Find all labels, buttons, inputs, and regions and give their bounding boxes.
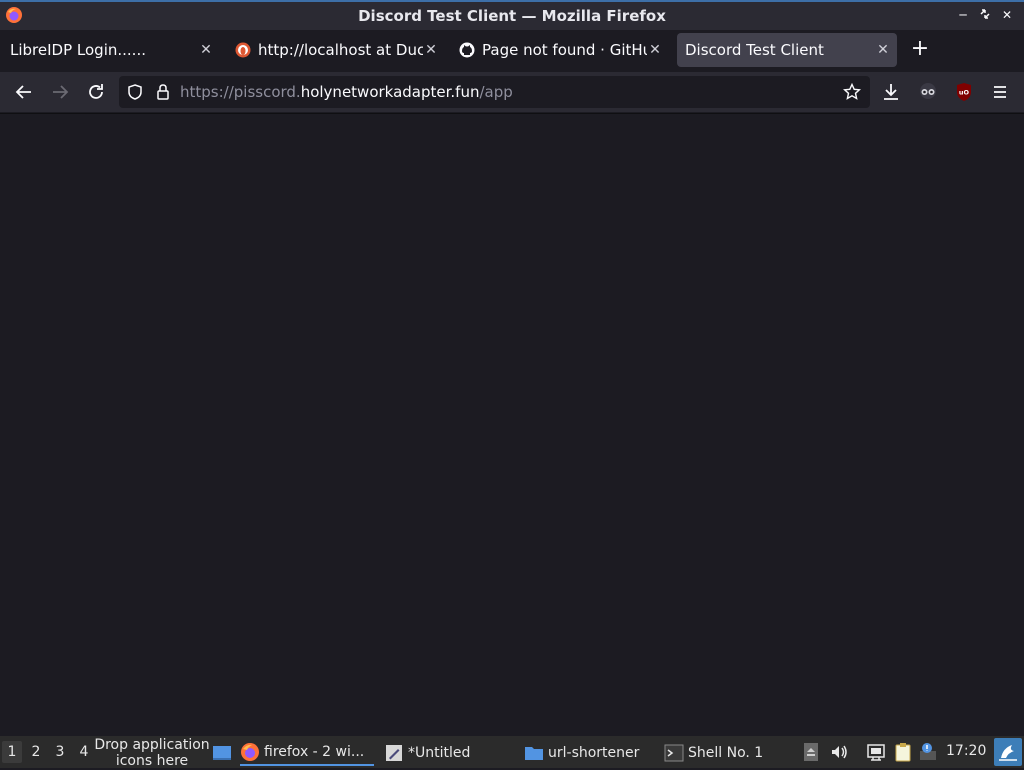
hamburger-menu-icon[interactable] <box>988 80 1012 104</box>
clock[interactable]: 17:20 <box>946 743 986 759</box>
tab-label: LibreIDP Login...... <box>10 41 146 59</box>
notification-icon[interactable] <box>918 742 938 762</box>
clipboard-icon[interactable] <box>893 742 913 762</box>
url-host: holynetworkadapter.fun <box>300 83 480 101</box>
task-url-shortener[interactable]: url-shortener <box>524 739 654 766</box>
task-label: *Untitled <box>408 744 471 761</box>
workspace-3[interactable]: 3 <box>50 741 70 763</box>
firefox-icon <box>241 742 259 761</box>
new-tab-button[interactable]: + <box>909 38 931 61</box>
url-text[interactable]: https://pisscord.holynetworkadapter.fun/… <box>180 83 513 101</box>
ublock-origin-icon[interactable]: uO <box>952 80 976 104</box>
extension-glasses-icon[interactable] <box>916 80 940 104</box>
workspace-1[interactable]: 1 <box>2 741 22 763</box>
tab-label: Page not found · GitHu <box>482 41 647 59</box>
window-title: Discord Test Client — Mozilla Firefox <box>358 7 666 25</box>
navigation-toolbar: https://pisscord.holynetworkadapter.fun/… <box>0 72 1024 112</box>
firefox-logo-icon <box>6 7 22 23</box>
menu-bird-icon <box>999 745 1017 761</box>
url-path: /app <box>479 83 513 101</box>
tracking-protection-shield-icon[interactable] <box>126 83 144 101</box>
network-icon[interactable] <box>866 742 886 762</box>
tab-duckduckgo[interactable]: http://localhost at Duck ✕ <box>235 33 445 67</box>
workspace-4[interactable]: 4 <box>74 741 94 763</box>
show-desktop-icon[interactable] <box>212 743 232 763</box>
launcher-drop-hint: Drop application icons here <box>94 737 210 769</box>
github-icon <box>459 42 475 58</box>
downloads-icon[interactable] <box>879 80 903 104</box>
task-firefox[interactable]: firefox - 2 wi... <box>240 739 374 766</box>
svg-text:uO: uO <box>959 89 970 97</box>
back-arrow-icon[interactable] <box>12 80 36 104</box>
url-scheme: https://pisscord. <box>180 83 301 101</box>
folder-icon <box>525 746 543 760</box>
terminal-icon <box>664 744 684 761</box>
tab-libreidp[interactable]: LibreIDP Login...... ✕ <box>10 33 220 67</box>
page-content[interactable] <box>0 113 1024 736</box>
bookmark-star-icon[interactable] <box>843 83 861 101</box>
window-titlebar: Discord Test Client — Mozilla Firefox ─ … <box>0 0 1024 30</box>
tab-label: http://localhost at Duck <box>258 41 423 59</box>
close-tab-icon[interactable]: ✕ <box>423 42 439 58</box>
duckduckgo-icon <box>235 42 251 58</box>
tab-discord-test-client[interactable]: Discord Test Client ✕ <box>677 33 897 67</box>
lock-icon[interactable] <box>154 83 172 101</box>
close-window-icon[interactable]: ✕ <box>1000 8 1014 22</box>
eject-icon[interactable] <box>801 742 821 762</box>
application-menu-button[interactable] <box>994 738 1022 766</box>
task-untitled-editor[interactable]: *Untitled <box>384 739 514 766</box>
close-tab-icon[interactable]: ✕ <box>198 42 214 58</box>
tab-label: Discord Test Client <box>685 41 824 59</box>
tab-github[interactable]: Page not found · GitHu ✕ <box>459 33 669 67</box>
volume-icon[interactable] <box>829 742 849 762</box>
close-tab-icon[interactable]: ✕ <box>647 42 663 58</box>
close-tab-icon[interactable]: ✕ <box>875 42 891 58</box>
workspace-2[interactable]: 2 <box>26 741 46 763</box>
restore-icon[interactable] <box>978 8 992 22</box>
task-label: url-shortener <box>548 744 640 761</box>
url-bar[interactable]: https://pisscord.holynetworkadapter.fun/… <box>119 76 870 108</box>
minimize-icon[interactable]: ─ <box>956 8 970 22</box>
task-shell[interactable]: Shell No. 1 <box>664 739 794 766</box>
task-label: firefox - 2 wi... <box>264 743 365 760</box>
task-label: Shell No. 1 <box>688 744 764 761</box>
forward-arrow-icon[interactable] <box>48 80 72 104</box>
tab-strip: LibreIDP Login...... ✕ http://localhost … <box>0 30 1024 70</box>
reload-icon[interactable] <box>84 80 108 104</box>
text-editor-icon <box>386 744 402 761</box>
taskbar: 1 2 3 4 Drop application icons here fire… <box>0 736 1024 769</box>
